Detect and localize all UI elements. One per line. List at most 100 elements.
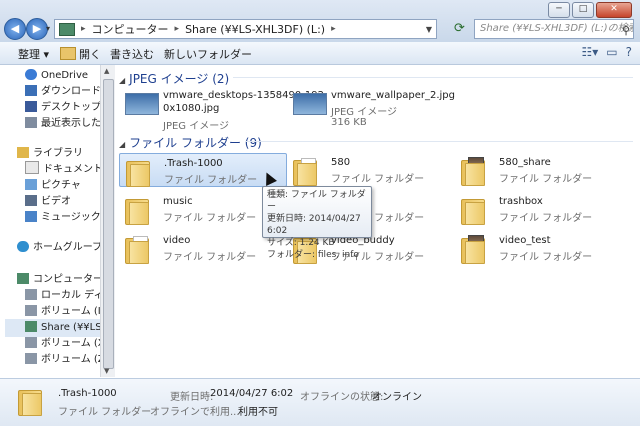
folder-type: ファイル フォルダー xyxy=(164,175,258,186)
folder-icon xyxy=(293,157,317,186)
library-icon xyxy=(17,147,29,158)
navigation-pane: OneDrive ダウンロード デスクトップ 最近表示した場所 ライブラリ ドキ… xyxy=(0,65,100,377)
file-item[interactable]: vmware_wallpaper_2.jpg JPEG イメージ 316 KB xyxy=(287,89,455,128)
folder-icon xyxy=(126,158,150,187)
open-button[interactable]: 開く xyxy=(60,46,101,62)
refresh-icon[interactable]: ⟳ xyxy=(454,21,465,36)
selected-name: .Trash-1000 xyxy=(58,388,117,399)
folder-name: video_test xyxy=(499,235,551,246)
preview-pane-icon[interactable]: ▭ xyxy=(606,45,617,59)
organize-button[interactable]: 整理 ▾ xyxy=(18,46,49,62)
recent-pages-icon[interactable]: ▾ xyxy=(46,24,50,33)
sidebar-item-recent[interactable]: 最近表示した場所 xyxy=(25,115,100,133)
new-folder-button[interactable]: 新しいフォルダー xyxy=(164,46,252,62)
availability-label: オフラインで利用... xyxy=(150,407,240,418)
chevron-right-icon[interactable]: ▸ xyxy=(175,24,180,34)
drive-icon xyxy=(25,337,37,348)
cloud-icon xyxy=(25,69,37,80)
folder-tooltip: 種類: ファイル フォルダー 更新日時: 2014/04/27 6:02 サイズ… xyxy=(262,186,372,260)
view-options-icon[interactable]: ☷▾ xyxy=(582,45,599,59)
search-icon: ⚲ xyxy=(621,24,630,37)
computer-icon xyxy=(17,273,29,284)
collapse-icon[interactable]: ◢ xyxy=(119,76,125,85)
forward-button[interactable]: ▶ xyxy=(26,18,48,40)
document-icon xyxy=(25,161,39,174)
folder-item[interactable]: video_test ファイル フォルダー xyxy=(455,231,623,265)
selected-type: ファイル フォルダー xyxy=(58,407,152,418)
network-drive-icon xyxy=(25,321,37,332)
folder-name: 580_share xyxy=(499,157,551,168)
folder-name: .Trash-1000 xyxy=(164,158,223,169)
picture-icon xyxy=(25,179,37,190)
minimize-button[interactable]: ─ xyxy=(548,2,570,18)
music-icon xyxy=(25,211,37,222)
folder-icon xyxy=(125,235,149,264)
image-thumbnail xyxy=(293,93,327,115)
folder-type: ファイル フォルダー xyxy=(499,174,593,185)
back-button[interactable]: ◀ xyxy=(4,18,26,40)
modified-value: 2014/04/27 6:02 xyxy=(210,388,294,399)
group-header-jpeg[interactable]: ◢ JPEG イメージ (2) xyxy=(119,70,229,87)
file-size: 316 KB xyxy=(331,117,367,128)
scroll-up-icon[interactable]: ▲ xyxy=(104,67,109,75)
disk-icon xyxy=(25,289,37,300)
folder-icon xyxy=(125,196,149,225)
folder-icon xyxy=(461,157,485,186)
desktop-icon xyxy=(25,101,37,112)
drive-icon xyxy=(25,353,37,364)
computer-icon xyxy=(59,22,75,36)
folder-item[interactable]: 580_share ファイル フォルダー xyxy=(455,153,623,187)
folder-type: ファイル フォルダー xyxy=(331,174,425,185)
chevron-right-icon[interactable]: ▸ xyxy=(81,24,86,34)
offline-status-label: オフラインの状態: xyxy=(300,392,384,403)
folder-name: music xyxy=(163,196,193,207)
close-button[interactable]: ✕ xyxy=(596,2,632,18)
group-header-folders[interactable]: ◢ ファイル フォルダー (9) xyxy=(119,134,262,151)
sidebar-scrollbar[interactable]: ▲ ▼ xyxy=(100,65,115,377)
folder-name: 580 xyxy=(331,157,351,168)
folder-name: video xyxy=(163,235,191,246)
help-icon[interactable]: ? xyxy=(626,45,632,59)
folder-item[interactable]: 580 ファイル フォルダー xyxy=(287,153,455,187)
folder-icon xyxy=(18,387,44,417)
folder-icon xyxy=(461,196,485,225)
chevron-down-icon[interactable]: ▼ xyxy=(426,25,432,34)
command-bar: 整理 ▾ 開く 書き込む 新しいフォルダー ☷▾ ▭ ? xyxy=(0,42,640,65)
download-icon xyxy=(25,85,37,96)
collapse-icon[interactable]: ◢ xyxy=(119,140,125,149)
file-type: JPEG イメージ xyxy=(331,107,398,118)
folder-icon xyxy=(60,47,76,60)
group-divider xyxy=(233,77,633,78)
title-bar: ─ □ ✕ ◀ ▶ ▾ ▸ コンピューター ▸ Share (¥¥LS-XHL3… xyxy=(0,0,640,42)
folder-type: ファイル フォルダー xyxy=(163,252,257,263)
search-input[interactable]: Share (¥¥LS-XHL3DF) (L:)の検索 ⚲ xyxy=(474,19,634,39)
homegroup-icon xyxy=(17,241,29,252)
group-divider xyxy=(245,141,633,142)
sidebar-item-volume-z[interactable]: ボリューム (Z:) xyxy=(25,351,100,369)
file-list: ◢ JPEG イメージ (2) vmware_desktops-1358490-1… xyxy=(115,65,640,377)
file-name: vmware_wallpaper_2.jpg xyxy=(331,90,455,101)
breadcrumb-share[interactable]: Share (¥¥LS-XHL3DF) (L:) xyxy=(185,23,325,36)
image-thumbnail xyxy=(125,93,159,115)
folder-item[interactable]: trashbox ファイル フォルダー xyxy=(455,192,623,226)
address-bar[interactable]: ▸ コンピューター ▸ Share (¥¥LS-XHL3DF) (L:) ▸ ▼ xyxy=(54,19,437,39)
breadcrumb-computer[interactable]: コンピューター xyxy=(92,21,169,37)
availability-value: 利用不可 xyxy=(238,407,278,418)
details-pane: .Trash-1000 ファイル フォルダー 更新日時: 2014/04/27 … xyxy=(0,378,640,426)
file-type: JPEG イメージ xyxy=(163,121,230,132)
maximize-button[interactable]: □ xyxy=(572,2,594,18)
scroll-thumb[interactable] xyxy=(103,79,114,369)
folder-type: ファイル フォルダー xyxy=(499,213,593,224)
drive-icon xyxy=(25,305,37,316)
chevron-right-icon[interactable]: ▸ xyxy=(331,24,336,34)
recent-icon xyxy=(25,117,37,128)
sidebar-item-music[interactable]: ミュージック xyxy=(25,209,100,227)
folder-item-selected[interactable]: .Trash-1000 ファイル フォルダー xyxy=(119,153,287,187)
folder-type: ファイル フォルダー xyxy=(163,213,257,224)
video-icon xyxy=(25,195,37,206)
scroll-down-icon[interactable]: ▼ xyxy=(104,367,109,375)
folder-icon xyxy=(461,235,485,264)
burn-button[interactable]: 書き込む xyxy=(110,46,154,62)
file-item[interactable]: vmware_desktops-1358490-192 0x1080.jpg JP… xyxy=(119,89,324,132)
sidebar-item-homegroup[interactable]: ホームグループ xyxy=(17,239,100,257)
